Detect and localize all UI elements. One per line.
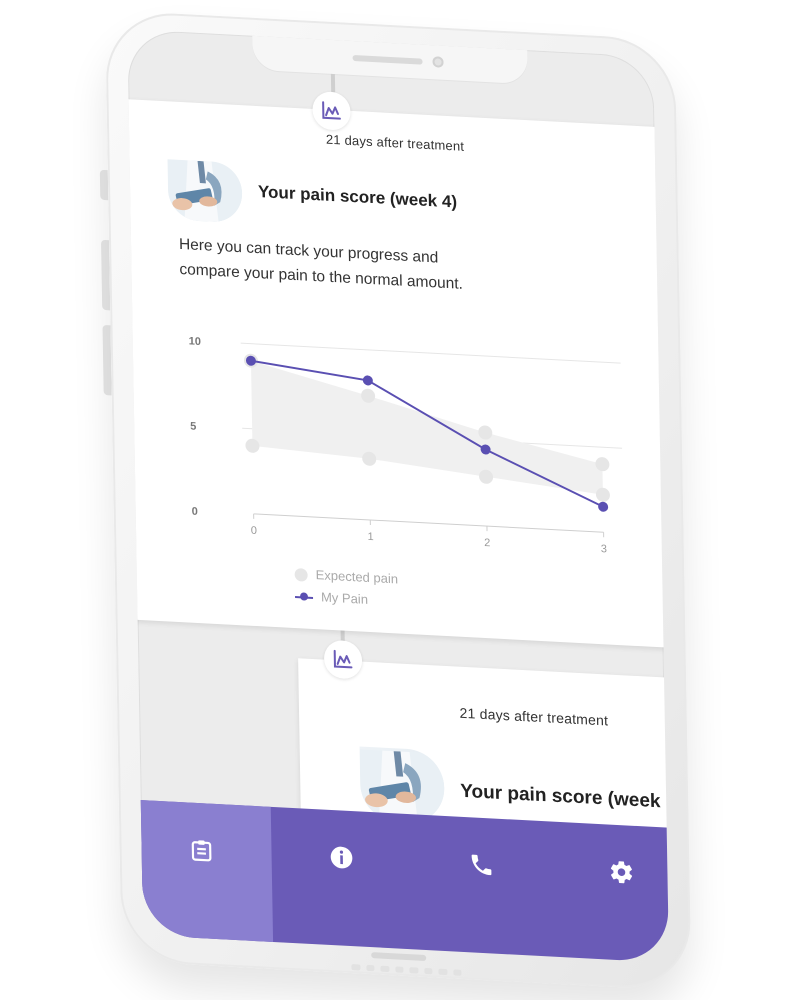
tab-call[interactable] xyxy=(411,814,553,961)
tab-settings[interactable] xyxy=(551,822,669,963)
phone: 21 days after treatment Your pain score … xyxy=(99,10,692,1000)
pain-score-card-week-4[interactable]: 21 days after treatment Your pain score … xyxy=(127,98,670,649)
front-camera xyxy=(432,56,444,68)
pain-chart-svg: 0 5 10 0 1 2 3 xyxy=(189,335,623,555)
stage: 21 days after treatment Your pain score … xyxy=(0,0,789,1000)
legend-expected-marker xyxy=(294,567,308,582)
x-tick-label: 3 xyxy=(601,543,607,555)
x-axis xyxy=(253,513,604,533)
x-tick-label: 1 xyxy=(367,531,373,543)
speaker xyxy=(352,54,423,65)
info-icon xyxy=(330,846,353,869)
tab-diary[interactable] xyxy=(130,799,274,947)
card-date: 21 days after treatment xyxy=(325,131,465,154)
gear-icon xyxy=(610,861,633,884)
x-tick-label: 0 xyxy=(251,525,257,537)
doctor-avatar xyxy=(167,159,243,224)
phone-icon xyxy=(471,854,492,876)
phone-mockup: 21 days after treatment Your pain score … xyxy=(0,0,789,1000)
my-pain-point xyxy=(598,501,609,512)
expected-pain-band xyxy=(250,360,603,495)
y-tick-label: 10 xyxy=(189,335,201,348)
chart-legend: Expected pain My Pain xyxy=(294,563,398,612)
gridline xyxy=(240,342,621,364)
y-tick-label: 5 xyxy=(190,421,196,433)
y-tick-label: 0 xyxy=(192,506,198,518)
pain-score-chart: 0 5 10 0 1 2 3 xyxy=(180,320,654,565)
legend-my-pain-label: My Pain xyxy=(320,589,369,607)
tab-info[interactable] xyxy=(271,807,413,954)
expected-pain-point xyxy=(595,487,610,502)
my-pain-point xyxy=(362,375,373,386)
card-description: Here you can track your progress and com… xyxy=(178,235,464,293)
notch xyxy=(252,35,528,85)
doctor-illustration xyxy=(167,159,243,224)
app-screen: 21 days after treatment Your pain score … xyxy=(127,29,670,963)
chart-line-icon xyxy=(333,649,353,669)
phone-shell: 21 days after treatment Your pain score … xyxy=(105,10,692,991)
chart-line-icon xyxy=(322,101,341,120)
card-date: 21 days after treatment xyxy=(459,704,609,729)
clipboard-icon xyxy=(191,840,212,862)
legend-my-pain-marker xyxy=(295,590,313,604)
x-tick-label: 2 xyxy=(484,537,490,549)
card-title: Your pain score (week 4) xyxy=(257,182,458,212)
card-title: Your pain score (week 5) xyxy=(460,780,670,814)
bottom-tab-bar xyxy=(130,799,670,963)
